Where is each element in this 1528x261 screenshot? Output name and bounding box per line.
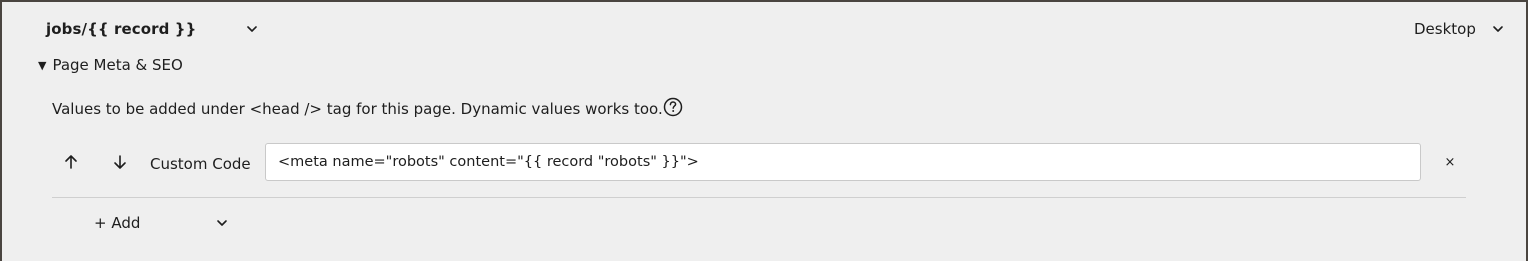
chevron-down-icon <box>1493 26 1503 32</box>
section-description: Values to be added under <head /> tag fo… <box>52 100 663 118</box>
section-title: Page Meta & SEO <box>52 56 183 74</box>
add-meta-button[interactable]: + Add <box>94 212 234 234</box>
meta-item-type-label: Custom Code <box>150 155 251 173</box>
device-label: Desktop <box>1414 20 1476 38</box>
help-icon[interactable] <box>662 96 684 118</box>
custom-code-input[interactable] <box>265 143 1421 181</box>
collapse-triangle-icon: ▼ <box>38 58 47 72</box>
add-label: + Add <box>94 214 141 232</box>
remove-item-button[interactable]: × <box>1442 154 1458 170</box>
page-route-label: jobs/{{ record }} <box>46 20 197 38</box>
device-select[interactable]: Desktop <box>1414 18 1514 40</box>
arrow-up-icon[interactable] <box>61 152 81 172</box>
chevron-down-icon <box>217 220 227 226</box>
page-route-select[interactable]: jobs/{{ record }} <box>46 18 272 40</box>
arrow-down-icon[interactable] <box>110 152 130 172</box>
chevron-down-icon <box>247 26 257 32</box>
section-toggle-page-meta[interactable]: ▼ Page Meta & SEO <box>38 54 183 76</box>
